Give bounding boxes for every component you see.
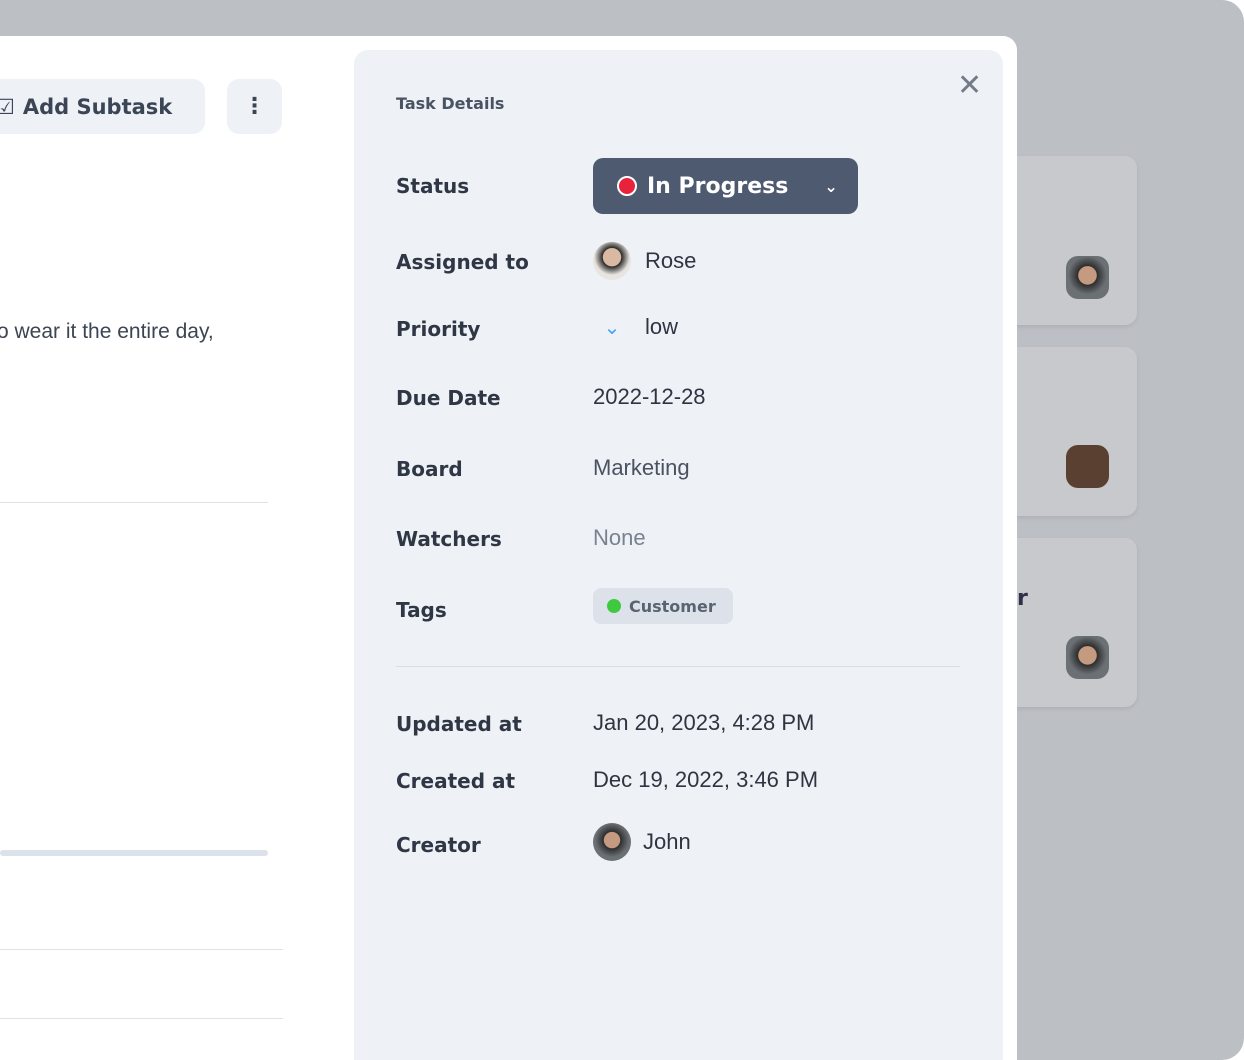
assignee-name: Rose bbox=[645, 248, 697, 273]
tag-dot-icon bbox=[607, 599, 621, 613]
avatar bbox=[1066, 445, 1109, 488]
priority-value: low bbox=[645, 314, 679, 339]
watchers-label: Watchers bbox=[396, 527, 502, 551]
watchers-value[interactable]: None bbox=[593, 525, 646, 551]
task-description: o wear it the entire day, bbox=[0, 320, 214, 343]
panel-title: Task Details bbox=[396, 94, 505, 113]
tag-label: Customer bbox=[629, 596, 716, 616]
tags-label: Tags bbox=[396, 598, 447, 622]
divider bbox=[396, 666, 960, 667]
board-label: Board bbox=[396, 457, 463, 481]
updated-label: Updated at bbox=[396, 712, 522, 736]
card-title: r bbox=[1017, 586, 1028, 611]
tag-customer[interactable]: Customer bbox=[593, 588, 733, 624]
creator-label: Creator bbox=[396, 833, 481, 857]
avatar bbox=[1066, 256, 1109, 299]
divider bbox=[0, 1018, 283, 1019]
creator-name: John bbox=[643, 829, 691, 854]
chevron-down-icon: ⌄ bbox=[603, 316, 621, 339]
divider bbox=[0, 502, 268, 503]
status-dot-icon bbox=[617, 176, 637, 196]
avatar bbox=[593, 823, 631, 861]
status-dropdown[interactable]: In Progress ⌄ bbox=[593, 158, 858, 214]
progress-bar bbox=[0, 850, 268, 856]
priority-select[interactable]: ⌄ low bbox=[593, 314, 678, 340]
created-value: Dec 19, 2022, 3:46 PM bbox=[593, 767, 819, 792]
avatar bbox=[593, 242, 631, 280]
due-date-value[interactable]: 2022-12-28 bbox=[593, 384, 706, 410]
divider bbox=[0, 949, 283, 950]
status-label: Status bbox=[396, 174, 470, 198]
avatar bbox=[1066, 636, 1109, 679]
priority-label: Priority bbox=[396, 317, 481, 341]
assigned-label: Assigned to bbox=[396, 250, 529, 274]
board-value[interactable]: Marketing bbox=[593, 455, 690, 481]
created-label: Created at bbox=[396, 769, 516, 793]
creator[interactable]: John bbox=[593, 823, 691, 861]
status-value: In Progress bbox=[647, 173, 789, 199]
chevron-down-icon: ⌄ bbox=[824, 176, 838, 196]
add-subtask-button[interactable]: ☑ Add Subtask bbox=[0, 79, 205, 134]
task-details-panel: Task Details ✕ Status In Progress ⌄ Assig… bbox=[354, 50, 1003, 1060]
edit-square-icon: ☑ bbox=[0, 94, 15, 119]
kebab-vertical-icon: ⋮ bbox=[243, 94, 266, 119]
due-date-label: Due Date bbox=[396, 386, 501, 410]
add-subtask-label: Add Subtask bbox=[22, 94, 173, 119]
updated-value: Jan 20, 2023, 4:28 PM bbox=[593, 710, 815, 735]
more-options-button[interactable]: ⋮ bbox=[227, 79, 282, 134]
close-icon[interactable]: ✕ bbox=[957, 68, 982, 103]
assignee[interactable]: Rose bbox=[593, 242, 696, 280]
